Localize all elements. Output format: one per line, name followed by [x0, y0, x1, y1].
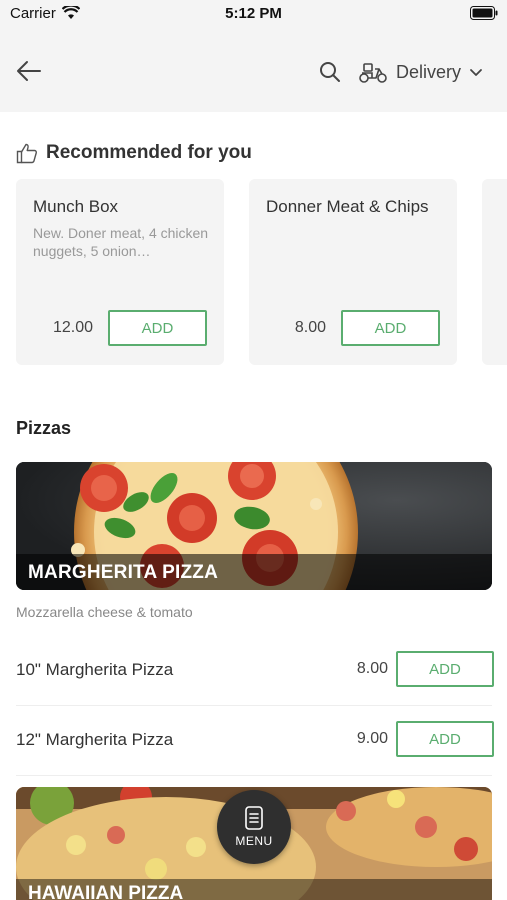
category-description: Mozzarella cheese & tomato	[16, 604, 193, 620]
menu-button-label: MENU	[235, 834, 273, 848]
product-price: 12.00	[52, 319, 93, 336]
banner-title: HAWAIIAN PIZZA	[28, 883, 184, 900]
add-button[interactable]: ADD	[396, 721, 494, 757]
arrow-left-icon	[17, 61, 41, 81]
search-button[interactable]	[318, 60, 342, 84]
scooter-icon	[359, 63, 387, 83]
product-name: Munch Box	[33, 197, 119, 216]
back-button[interactable]	[14, 58, 44, 84]
product-description: New. Doner meat, 4 chicken nuggets, 5 on…	[33, 225, 209, 259]
chevron-down-icon	[470, 69, 482, 76]
menu-button[interactable]: MENU	[217, 790, 291, 864]
recommended-card[interactable]: Donner Meat & Chips 8.00 ADD	[249, 179, 457, 365]
menu-list-icon	[245, 806, 263, 830]
product-price: 8.00	[294, 319, 326, 336]
banner-title: MARGHERITA PIZZA	[28, 562, 219, 583]
add-button[interactable]: ADD	[396, 651, 494, 687]
item-name: 12" Margherita Pizza	[16, 730, 174, 749]
menu-item-row[interactable]: 12" Margherita Pizza 9.00 ADD	[16, 706, 494, 776]
item-name: 10" Margherita Pizza	[16, 660, 174, 679]
delivery-mode-label: Delivery	[396, 61, 462, 82]
add-button[interactable]: ADD	[108, 310, 207, 346]
clock: 5:12 PM	[225, 5, 282, 22]
search-icon	[320, 62, 340, 82]
recommended-heading: Recommended for you	[16, 142, 252, 164]
item-price: 9.00	[356, 730, 388, 747]
delivery-mode-dropdown[interactable]: Delivery	[358, 56, 483, 88]
recommended-card[interactable]: Munch Box New. Doner meat, 4 chicken nug…	[16, 179, 224, 365]
category-banner: MARGHERITA PIZZA	[16, 462, 492, 590]
menu-item-row[interactable]: 10" Margherita Pizza 8.00 ADD	[16, 636, 494, 706]
product-name: Donner Meat & Chips	[266, 197, 429, 216]
battery-icon	[470, 6, 498, 20]
item-price: 8.00	[356, 660, 388, 677]
recommended-carousel[interactable]: Munch Box New. Doner meat, 4 chicken nug…	[16, 179, 507, 365]
category-title: Pizzas	[16, 418, 72, 438]
status-bar: Carrier 5:12 PM	[0, 0, 507, 30]
thumbs-up-icon	[16, 143, 37, 164]
add-button[interactable]: ADD	[341, 310, 440, 346]
top-navigation-bar: Delivery	[0, 30, 507, 112]
recommended-card-partial[interactable]	[482, 179, 507, 365]
recommended-title: Recommended for you	[46, 142, 252, 163]
